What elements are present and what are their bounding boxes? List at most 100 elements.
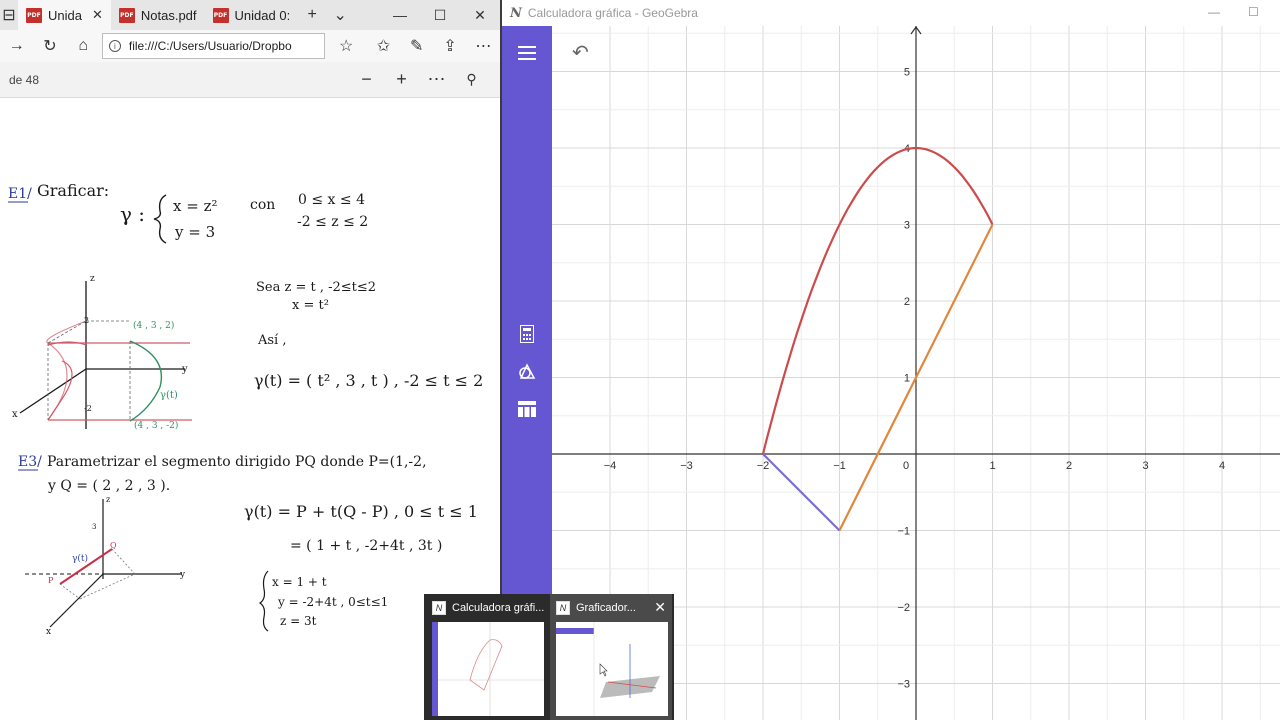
navigation-bar: → ↻ ⌂ i file:///C:/Users/Usuario/Dropbo … (0, 30, 500, 62)
svg-text:Q: Q (110, 541, 117, 550)
menu-icon[interactable] (514, 40, 540, 66)
sys2-y: y = -2+4t , 0≤t≤1 (277, 595, 388, 609)
thumb-graficador[interactable]: N Graficador... ✕ (550, 594, 672, 720)
svg-text:P: P (48, 576, 54, 585)
address-bar[interactable]: i file:///C:/Users/Usuario/Dropbo (101, 33, 326, 59)
sketch-3d-segment: z y x 3 Q P γ(t) (25, 495, 186, 637)
pdf-icon: PDF (118, 7, 135, 23)
shapes-tools-icon[interactable] (514, 359, 540, 385)
svg-text:x: x (12, 409, 18, 420)
svg-text:y: y (179, 570, 186, 580)
x-tick-label: −3 (680, 460, 693, 472)
info-icon: i (108, 40, 121, 52)
seg-line2: = ( 1 + t , -2+4t , 3t ) (290, 538, 442, 554)
y-tick-label: 2 (904, 296, 910, 308)
geogebra-app-icon: N (556, 601, 570, 615)
tab-unidad[interactable]: PDF Unida ✕ (18, 0, 111, 30)
pen-icon[interactable]: ✎ (400, 36, 433, 56)
share-icon[interactable]: ⇪ (433, 36, 466, 56)
maximize-button[interactable]: ☐ (420, 0, 460, 30)
sketch-3d-parabola: z y x 2 -2 (4 , 3 , 2) (4 , 3 , -2) γ(t) (12, 274, 192, 431)
home-icon[interactable]: ⌂ (67, 37, 100, 55)
back-tabs-icon[interactable]: ⊟ (0, 0, 18, 30)
tab-label: Unida (48, 7, 82, 23)
tab-bar: ⊟ PDF Unida ✕ PDF Notas.pdf PDF Unidad 0… (0, 0, 500, 30)
y-tick-label: 3 (904, 220, 910, 232)
asi-text: Así , (257, 333, 286, 348)
x-tick-label: −1 (833, 460, 846, 472)
sea-line1: Sea z = t , -2≤t≤2 (256, 280, 376, 295)
sys2-z: z = 3t (280, 614, 317, 628)
tab-unidad-0[interactable]: PDF Unidad 0: (205, 0, 299, 30)
x-tick-label: 4 (1219, 460, 1225, 472)
favorite-star-icon[interactable]: ☆ (329, 36, 362, 56)
table-icon[interactable] (514, 396, 540, 422)
geogebra-title: Calculadora gráfica - GeoGebra (527, 6, 698, 20)
refresh-icon[interactable]: ↻ (33, 36, 66, 56)
maximize-button[interactable]: ☐ (1248, 5, 1259, 19)
e3-label: E3/ (18, 454, 42, 470)
pin-icon[interactable]: ⚲ (454, 71, 489, 88)
sys2-x: x = 1 + t (272, 575, 327, 589)
svg-text:-2: -2 (84, 404, 92, 413)
close-window-button[interactable]: ✕ (460, 0, 500, 30)
geogebra-title-bar: N Calculadora gráfica - GeoGebra — ☐ (502, 0, 1280, 26)
con-text: con (250, 197, 275, 213)
svg-text:3: 3 (92, 523, 96, 531)
more-menu-icon[interactable]: ⋯ (467, 36, 500, 56)
page-count: de 48 (9, 72, 40, 87)
taskbar-preview: N Calculadora gráfi... N Graficador... ✕ (424, 594, 674, 720)
svg-text:z: z (90, 274, 95, 284)
tab-notas[interactable]: PDF Notas.pdf (111, 0, 205, 30)
x-tick-label: 1 (989, 460, 995, 472)
seg-line: γ(t) = P + t(Q - P) , 0 ≤ t ≤ 1 (244, 502, 478, 521)
sys-y: y = 3 (174, 223, 215, 241)
e3-line1: Parametrizar el segmento dirigido PQ don… (47, 454, 427, 470)
undo-icon[interactable]: ↶ (572, 40, 589, 65)
y-tick-label: 1 (904, 373, 910, 385)
close-icon[interactable]: ✕ (92, 7, 103, 23)
calculator-icon[interactable] (514, 321, 540, 347)
thumb-calculadora[interactable]: N Calculadora gráfi... (426, 594, 548, 720)
geogebra-logo-icon: N (510, 5, 522, 21)
zoom-in-icon[interactable]: + (384, 69, 419, 90)
sk1-point2: (4 , 3 , -2) (134, 420, 178, 431)
more-icon[interactable]: ⋯ (419, 69, 454, 90)
x-tick-label: −4 (604, 460, 617, 472)
e3-line2: y Q = ( 2 , 2 , 3 ). (47, 478, 170, 494)
y-tick-label: −2 (897, 602, 910, 614)
param-line: γ(t) = ( t² , 3 , t ) , -2 ≤ t ≤ 2 (254, 371, 483, 390)
favorites-list-icon[interactable]: ✩ (367, 36, 400, 56)
svg-text:y: y (181, 364, 188, 375)
pdf-icon: PDF (26, 7, 42, 23)
geogebra-app-icon: N (432, 601, 446, 615)
chevron-down-icon[interactable]: ⌄ (326, 0, 354, 30)
x-tick-label: −2 (757, 460, 770, 472)
forward-icon[interactable]: → (0, 37, 33, 55)
x-tick-label: 2 (1066, 460, 1072, 472)
minimize-button[interactable]: — (380, 0, 420, 30)
thumb-label: Graficador... (576, 602, 636, 614)
svg-text:z: z (106, 495, 110, 504)
thumb-preview-image (432, 622, 544, 716)
svg-text:x: x (46, 627, 51, 637)
e1-label: E1/ (8, 186, 32, 202)
y-tick-label: −1 (897, 526, 910, 538)
y-tick-label: 5 (904, 67, 910, 79)
zoom-out-icon[interactable]: − (349, 69, 384, 90)
svg-text:2: 2 (84, 316, 89, 325)
sk1-point: (4 , 3 , 2) (133, 320, 174, 331)
e1-title: Graficar: (37, 181, 109, 200)
gamma-label: γ : (120, 202, 145, 226)
sys-x: x = z² (173, 197, 217, 215)
address-text: file:///C:/Users/Usuario/Dropbo (128, 39, 292, 53)
minimize-button[interactable]: — (1208, 5, 1220, 19)
close-icon[interactable]: ✕ (654, 599, 666, 616)
x-tick-label: 0 (903, 460, 909, 472)
new-tab-button[interactable]: + (298, 0, 326, 30)
range-x: 0 ≤ x ≤ 4 (298, 192, 365, 208)
thumb-preview-image (556, 622, 668, 716)
thumb-label: Calculadora gráfi... (452, 602, 545, 614)
tab-label: Notas.pdf (140, 7, 197, 23)
y-tick-label: −3 (897, 679, 910, 691)
